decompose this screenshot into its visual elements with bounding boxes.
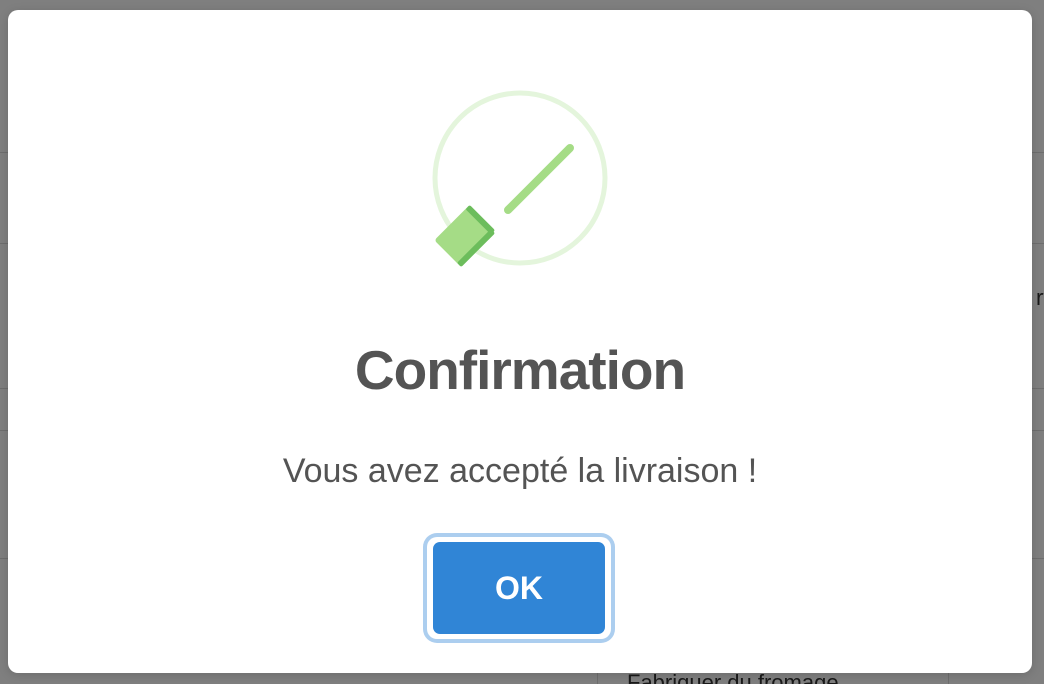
dialog-title: Confirmation: [354, 339, 686, 401]
ok-button[interactable]: OK: [433, 542, 605, 634]
success-check-icon: [432, 90, 608, 267]
confirmation-dialog: Confirmation Vous avez accepté la livrai…: [8, 10, 1032, 673]
dialog-message: Vous avez accepté la livraison !: [282, 452, 758, 490]
